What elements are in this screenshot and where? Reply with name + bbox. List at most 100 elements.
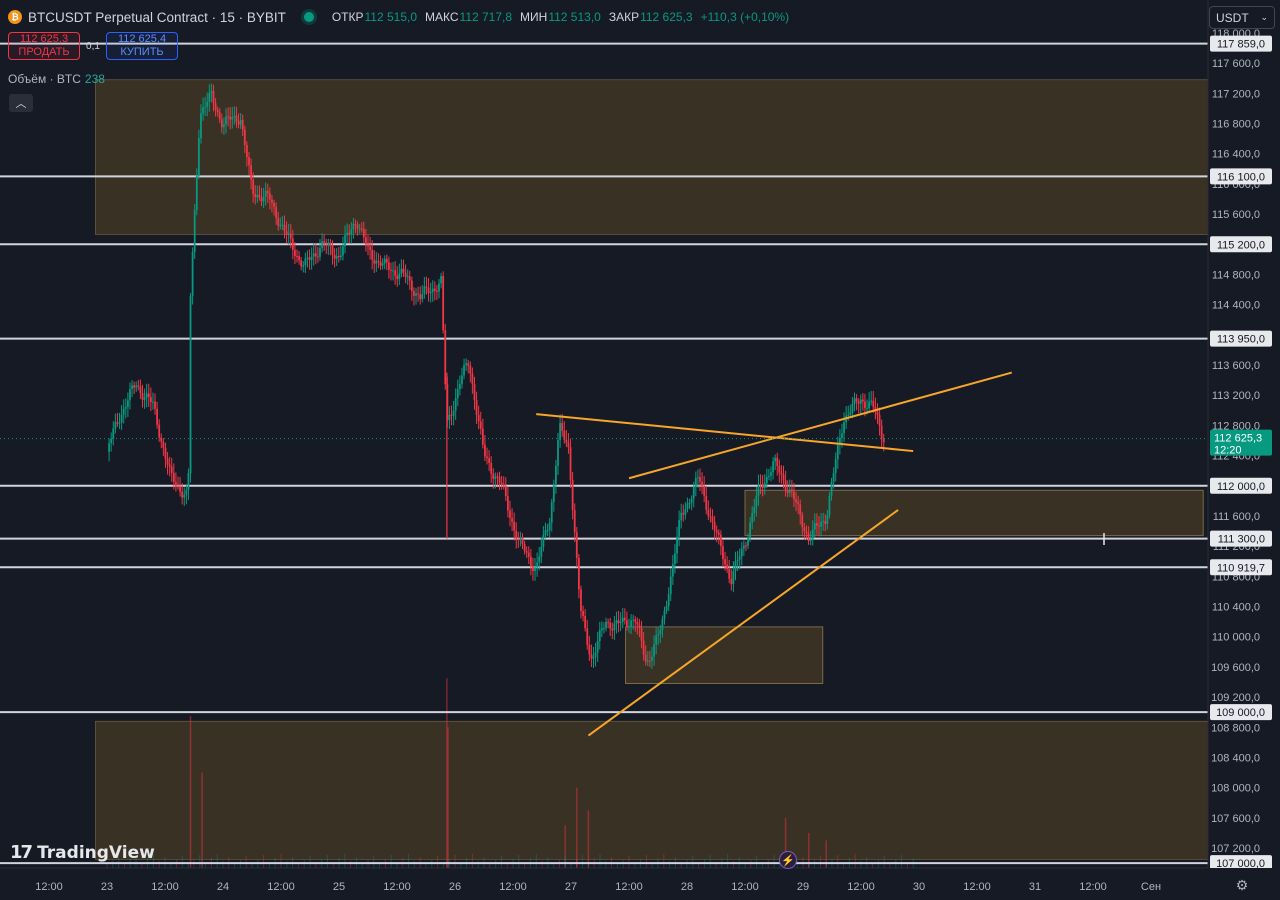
y-tick-label: 108 800,0 [1211, 722, 1260, 734]
y-tick-label: 108 000,0 [1211, 783, 1260, 795]
candle-body [778, 466, 781, 473]
candle-body [755, 495, 758, 508]
candle-body [841, 433, 843, 439]
candle-body [682, 512, 685, 515]
gear-icon[interactable]: ⚙ [1234, 877, 1250, 893]
candle-body [433, 288, 436, 291]
candle-body [454, 398, 457, 411]
candle-body [114, 422, 117, 429]
candle-body [492, 473, 495, 479]
candle-body [734, 561, 737, 571]
price-chart[interactable]: 118 000,0117 600,0117 200,0116 800,0116 … [0, 0, 1280, 900]
candle-body [193, 210, 196, 253]
candle-body [759, 484, 762, 486]
candle-body [216, 110, 219, 113]
candle-body [699, 477, 701, 482]
currency-select[interactable]: USDT ⌄ [1209, 6, 1275, 29]
candle-body [782, 474, 785, 481]
candle-body [611, 628, 614, 631]
candle-body [613, 623, 616, 631]
candle-body [532, 566, 534, 572]
lightning-icon[interactable]: ⚡ [779, 851, 797, 869]
candle-body [419, 294, 422, 300]
candle-body [477, 414, 480, 422]
candle-body [577, 557, 580, 590]
candle-body [444, 330, 447, 385]
candle-body [245, 145, 248, 158]
candle-body [206, 101, 209, 107]
candle-body [316, 256, 319, 258]
candle-body [552, 483, 555, 503]
candle-body [394, 270, 397, 276]
candle-body [356, 224, 359, 229]
x-tick-label: 12:00 [383, 881, 411, 893]
buy-button[interactable]: 112 625,4 КУПИТЬ [106, 32, 178, 60]
candle-body [701, 481, 703, 486]
candle-body [634, 619, 637, 622]
candle-body [312, 253, 315, 257]
candle-body [824, 520, 827, 525]
x-tick-label: 27 [565, 881, 577, 893]
x-tick-label: Сен [1141, 881, 1161, 893]
candle-body [592, 656, 595, 659]
candle-body [651, 656, 653, 661]
candle-body [567, 442, 570, 448]
candle-body [350, 229, 353, 235]
candle-body [726, 564, 729, 570]
volume-legend[interactable]: Объём · BTC 238 [8, 72, 105, 86]
candle-body [488, 458, 491, 463]
candle-body [452, 410, 455, 416]
x-tick-label: 30 [913, 881, 925, 893]
candle-body [709, 516, 712, 518]
candle-body [584, 615, 587, 629]
y-tick-label: 117 200,0 [1212, 88, 1260, 100]
buy-price: 112 625,4 [117, 33, 167, 45]
x-tick-label: 12:00 [615, 881, 643, 893]
candle-body [855, 398, 858, 402]
candle-body [550, 502, 553, 523]
candle-body [832, 472, 835, 482]
candle-body [337, 255, 340, 258]
candle-body [870, 400, 873, 402]
candle-body [807, 533, 810, 541]
y-tick-label: 111 600,0 [1213, 511, 1260, 523]
candle-body [440, 276, 442, 284]
sell-button[interactable]: 112 625,3 ПРОДАТЬ [8, 32, 80, 60]
candle-body [805, 531, 808, 534]
symbol-title[interactable]: BTCUSDT Perpetual Contract · 15 · BYBIT [28, 10, 286, 25]
candle-body [408, 276, 411, 281]
candle-body [623, 617, 626, 621]
candle-body [241, 120, 244, 130]
candle-body [713, 522, 716, 531]
candle-body [362, 229, 365, 238]
zone-rect [95, 79, 1209, 235]
candle-body [112, 428, 115, 439]
candle-body [237, 121, 240, 125]
collapse-legend-button[interactable]: ︿ [9, 94, 33, 112]
candle-body [575, 532, 578, 558]
candle-body [876, 411, 879, 415]
candle-body [342, 246, 344, 256]
y-tick-label: 109 600,0 [1211, 662, 1260, 674]
price-change: +110,3 (+0,10%) [700, 10, 790, 24]
candle-body [327, 242, 330, 246]
candle-body [523, 544, 526, 552]
candle-body [851, 403, 854, 413]
candle-body [742, 545, 745, 549]
candle-body [765, 476, 768, 484]
chart-header: ₿ BTCUSDT Perpetual Contract · 15 · BYBI… [0, 0, 1208, 34]
candle-body [402, 268, 405, 273]
candle-body [463, 365, 465, 376]
candle-body [506, 496, 509, 511]
low-label: МИН [520, 10, 548, 24]
candle-body [828, 495, 831, 516]
candle-body [223, 124, 225, 128]
sell-label: ПРОДАТЬ [18, 46, 70, 58]
candle-body [880, 425, 883, 439]
candle-body [849, 412, 852, 415]
candle-body [621, 617, 624, 622]
x-tick-label: 12:00 [963, 881, 991, 893]
candle-body [498, 477, 501, 483]
candle-body [811, 529, 814, 540]
candle-body [122, 408, 125, 415]
